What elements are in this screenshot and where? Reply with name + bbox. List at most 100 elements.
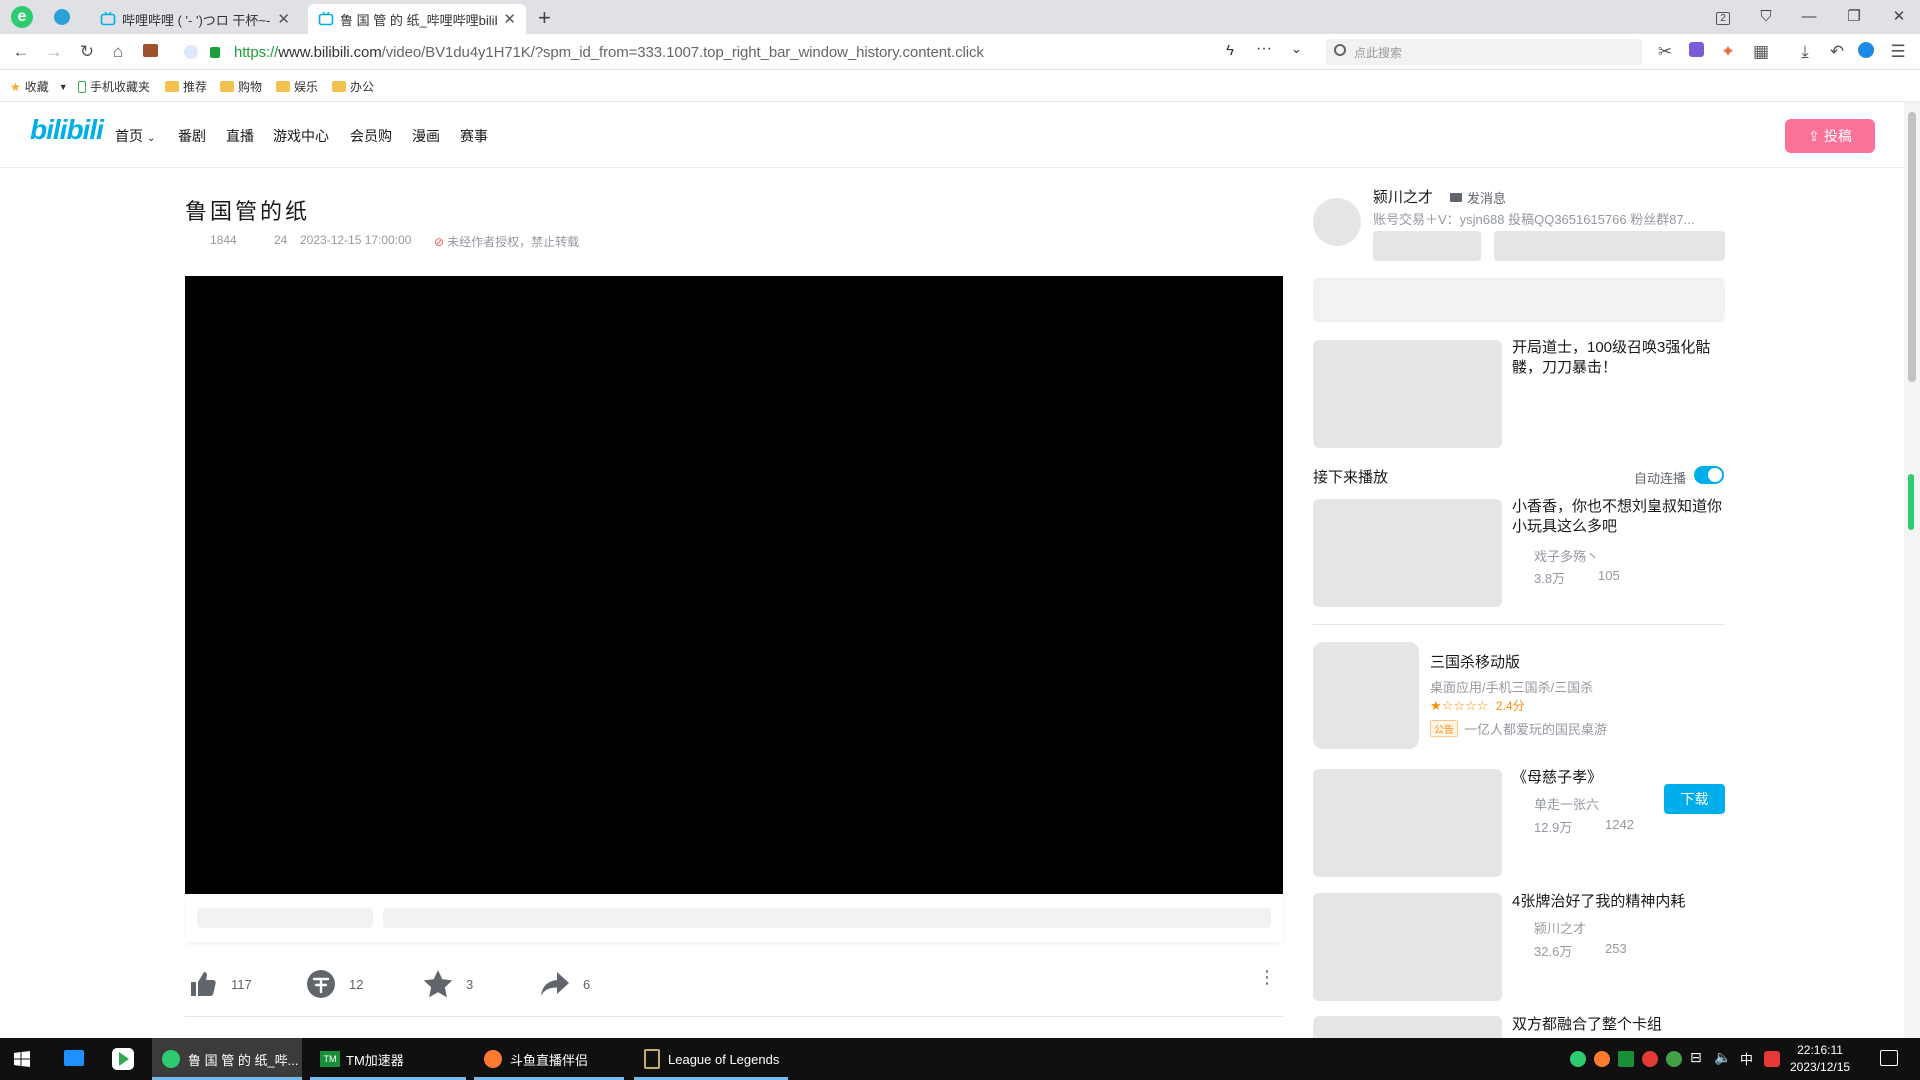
video-card-title[interactable]: 小香香，你也不想刘皇叔知道你小玩具这么多吧 bbox=[1512, 497, 1728, 537]
app-tray-icon[interactable] bbox=[1642, 1051, 1658, 1067]
more-icon[interactable]: ··· bbox=[1256, 40, 1272, 58]
search-input[interactable]: 点此搜索 bbox=[1326, 39, 1642, 65]
volume-icon[interactable]: 🔈 bbox=[1714, 1049, 1731, 1066]
video-card-thumbnail[interactable] bbox=[1313, 769, 1502, 877]
ad-category: 桌面应用/手机三国杀/三国杀 bbox=[1430, 680, 1594, 695]
bookmark-folder-entertainment[interactable]: 娱乐 bbox=[276, 78, 318, 95]
ad-title[interactable]: 三国杀移动版 bbox=[1430, 653, 1520, 673]
extension-icon[interactable] bbox=[140, 42, 160, 62]
share-button[interactable]: 6 bbox=[539, 968, 590, 1000]
taskbar-app-tm[interactable]: TM TM加速器 bbox=[310, 1038, 466, 1080]
nav-esports[interactable]: 赛事 bbox=[460, 126, 488, 146]
app-tray-icon[interactable] bbox=[1666, 1051, 1682, 1067]
bookmark-folder-recommend[interactable]: 推荐 bbox=[165, 78, 207, 95]
tm-tray-icon[interactable] bbox=[1618, 1051, 1634, 1067]
avatar[interactable] bbox=[1313, 198, 1361, 246]
autoplay-toggle[interactable] bbox=[1694, 466, 1724, 484]
video-card-title[interactable]: 4张牌治好了我的精神内耗 bbox=[1512, 892, 1728, 912]
wechat-tray-icon[interactable] bbox=[1570, 1051, 1586, 1067]
url-bar[interactable]: https://www.bilibili.com/video/BV1du4y1H… bbox=[176, 38, 1314, 66]
browser-logo-icon[interactable]: e bbox=[11, 6, 33, 28]
nav-anime[interactable]: 番剧 bbox=[178, 126, 206, 146]
flash-icon[interactable]: ϟ bbox=[1226, 42, 1234, 59]
tab-count-badge[interactable]: 2 bbox=[1712, 6, 1734, 28]
video-card-thumbnail[interactable] bbox=[1313, 340, 1502, 448]
taskbar-app-douyu[interactable]: 斗鱼直播伴侣 bbox=[474, 1038, 624, 1080]
nav-home[interactable]: 首页 ⌄ bbox=[115, 126, 155, 146]
apps-grid-icon[interactable]: ▦ bbox=[1751, 42, 1771, 62]
chevron-down-icon[interactable]: ⌄ bbox=[1291, 41, 1302, 57]
url-host: www.bilibili.com bbox=[278, 44, 382, 61]
video-card-thumbnail[interactable] bbox=[1313, 893, 1502, 1001]
download-icon[interactable]: ⤓ bbox=[1795, 42, 1815, 62]
app-tray-icon[interactable] bbox=[1594, 1051, 1610, 1067]
uploader-name[interactable]: 颍川之才 bbox=[1373, 186, 1433, 207]
play-store-icon[interactable] bbox=[112, 1048, 134, 1070]
taskbar-app-label: 鲁 国 管 的 纸_哔... bbox=[188, 1052, 299, 1068]
nav-live[interactable]: 直播 bbox=[226, 126, 254, 146]
video-card-title[interactable]: 双方都融合了整个卡组 bbox=[1512, 1015, 1728, 1035]
new-tab-button[interactable]: + bbox=[538, 5, 551, 31]
video-card-author[interactable]: 颍川之才 bbox=[1534, 918, 1586, 937]
tab-video[interactable]: 鲁 国 管 的 纸_哔哩哔哩bilibili ✕ bbox=[308, 4, 526, 34]
coin-button[interactable]: 12 bbox=[305, 968, 363, 1000]
taskbar-app-browser[interactable]: 鲁 国 管 的 纸_哔... bbox=[152, 1038, 302, 1080]
video-card-author[interactable]: 戏子多殇丶 bbox=[1534, 546, 1599, 565]
windows-start-icon[interactable] bbox=[14, 1051, 30, 1067]
bilibili-logo[interactable]: bilibili bbox=[30, 114, 104, 146]
security-icon[interactable] bbox=[184, 45, 198, 59]
ime-indicator[interactable]: 中 bbox=[1740, 1049, 1753, 1068]
close-window-icon[interactable]: ✕ bbox=[1888, 6, 1910, 28]
nav-vip-shop[interactable]: 会员购 bbox=[350, 126, 392, 146]
home-icon[interactable]: ⌂ bbox=[108, 42, 128, 62]
bookmark-mobile[interactable]: 手机收藏夹 bbox=[78, 78, 150, 95]
page-content: bilibili 首页 ⌄ 番剧 直播 游戏中心 会员购 漫画 赛事 ⇪ 投稿 鲁国… bbox=[0, 102, 1904, 1038]
upload-button[interactable]: ⇪ 投稿 bbox=[1785, 119, 1875, 153]
more-vertical-icon[interactable]: ⋮ bbox=[1258, 968, 1276, 986]
video-card-thumbnail[interactable] bbox=[1313, 499, 1502, 607]
video-player[interactable] bbox=[185, 276, 1283, 894]
bookmark-favorites[interactable]: ★ 收藏 ▼ bbox=[10, 78, 68, 95]
menu-icon[interactable]: ☰ bbox=[1888, 42, 1908, 62]
bookmark-folder-shopping[interactable]: 购物 bbox=[220, 78, 262, 95]
page-scrollbar[interactable] bbox=[1904, 102, 1920, 1038]
forbidden-icon: ⊘ bbox=[434, 235, 445, 249]
video-card-thumbnail[interactable] bbox=[1313, 1016, 1502, 1038]
forward-icon[interactable]: → bbox=[44, 42, 64, 62]
scissors-icon[interactable]: ✂ bbox=[1655, 42, 1675, 62]
close-icon[interactable]: ✕ bbox=[503, 10, 516, 28]
side-progress-indicator[interactable] bbox=[1908, 474, 1914, 530]
tab-bilibili-home[interactable]: 哔哩哔哩 ( '- ')つロ 干杯~-bi ✕ bbox=[90, 4, 300, 34]
telegram-icon[interactable] bbox=[54, 9, 70, 25]
network-icon[interactable]: ⊟ bbox=[1690, 1049, 1702, 1066]
skin-icon[interactable]: ⛉ bbox=[1755, 6, 1777, 28]
favorite-button[interactable]: 3 bbox=[422, 968, 473, 1000]
translate-icon[interactable] bbox=[1686, 42, 1706, 62]
notification-icon[interactable] bbox=[1880, 1050, 1898, 1066]
scrollbar-thumb[interactable] bbox=[1908, 112, 1916, 382]
ad-download-button[interactable]: 下载 bbox=[1664, 784, 1725, 814]
taskbar-app-lol[interactable]: League of Legends bbox=[634, 1038, 788, 1080]
reload-icon[interactable]: ↻ bbox=[77, 42, 97, 62]
video-card-author[interactable]: 单走一张六 bbox=[1534, 794, 1599, 813]
like-button[interactable]: 117 bbox=[187, 968, 252, 1000]
video-card-title[interactable]: 《母慈子孝》 bbox=[1512, 768, 1728, 788]
sogou-ime-icon[interactable] bbox=[1764, 1051, 1780, 1067]
edge-icon[interactable] bbox=[1856, 42, 1876, 62]
nav-manga[interactable]: 漫画 bbox=[412, 126, 440, 146]
bookmark-folder-office[interactable]: 办公 bbox=[332, 78, 374, 95]
video-card-title[interactable]: 开局道士，100级召唤3强化骷髅，刀刀暴击！ bbox=[1512, 338, 1728, 378]
undo-icon[interactable]: ↶ bbox=[1827, 42, 1847, 62]
back-icon[interactable]: ← bbox=[11, 42, 31, 62]
game-icon[interactable]: ✦ bbox=[1718, 42, 1738, 62]
close-icon[interactable]: ✕ bbox=[277, 10, 290, 28]
nav-game-center[interactable]: 游戏中心 bbox=[273, 126, 329, 146]
video-card-danmaku: 105 bbox=[1598, 568, 1620, 583]
system-clock[interactable]: 22:16:11 2023/12/15 bbox=[1790, 1042, 1850, 1076]
ad-rating: ★☆☆☆☆ 2.4分 bbox=[1430, 697, 1525, 714]
ad-app-icon[interactable] bbox=[1313, 642, 1419, 749]
minimize-icon[interactable]: — bbox=[1798, 6, 1820, 28]
taskview-icon[interactable] bbox=[64, 1050, 84, 1066]
send-message-button[interactable]: 发消息 bbox=[1450, 188, 1506, 207]
restore-icon[interactable]: ❐ bbox=[1843, 6, 1865, 28]
